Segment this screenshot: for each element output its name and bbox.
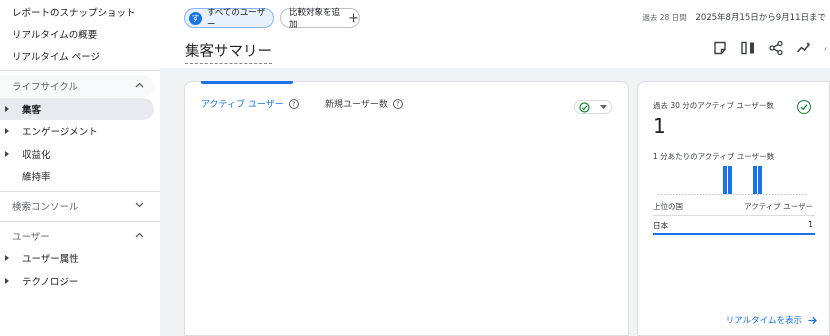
caret-right-icon [5,255,9,261]
divider [653,215,815,216]
table-row-value: 1 [808,220,813,229]
tab-new-users[interactable]: 新規ユーザー数 ? [325,97,403,110]
add-comparison-button[interactable]: 比較対象を追加 + [280,8,360,30]
sidebar-item-label: エンゲージメント [22,127,98,138]
chip-label: 比較対象を追加 [289,8,341,30]
sidebar-item-retention[interactable]: 維持率 [0,165,156,187]
chart-bar [723,166,727,194]
sidebar: レポートのスナップショット リアルタイムの概要 リアルタイム ページ ライフサイ… [0,0,160,336]
arrow-right-icon [808,316,817,324]
edit-icon[interactable] [824,40,830,56]
value-bar [653,233,815,235]
per-minute-bar-chart [658,166,808,195]
page-title: 集客サマリー [185,40,272,64]
share-icon[interactable] [768,40,784,56]
tab-indicator [201,81,293,84]
date-range-label: 過去 28 日間 [642,13,687,22]
section-lifecycle[interactable]: ライフサイクル [0,75,154,97]
check-circle-icon [797,100,811,114]
report-header: す すべてのユーザー 比較対象を追加 + 過去 28 日間 2025年8月15日… [160,0,830,68]
section-title: ライフサイクル [12,82,79,93]
sidebar-item-label: テクノロジー [22,277,79,288]
per-minute-label: 1 分あたりのアクティブ ユーザー数 [653,152,775,161]
tab-active-users[interactable]: アクティブ ユーザー ? [201,97,299,110]
compare-icon[interactable] [740,40,756,56]
toolbar-icons [712,40,830,56]
divider [0,70,160,71]
insights-icon[interactable] [796,40,812,56]
all-users-chip[interactable]: す すべてのユーザー [184,8,274,30]
sidebar-item-label: ユーザー属性 [22,254,79,265]
sidebar-item-engagement[interactable]: エンゲージメント [0,120,156,142]
realtime-card: 過去 30 分のアクティブ ユーザー数 1 1 分あたりのアクティブ ユーザー数… [637,81,830,336]
table-header-active-users: アクティブ ユーザー [744,202,813,211]
section-title: ユーザー [12,232,50,243]
divider [0,221,160,222]
sidebar-item-label: リアルタイムの概要 [12,30,98,41]
section-user[interactable]: ユーザー [0,225,154,247]
plus-icon: + [348,10,359,26]
help-icon[interactable]: ? [288,98,299,109]
sidebar-item-label: 集客 [22,105,42,116]
sidebar-item-label: リアルタイム ページ [12,52,101,63]
sidebar-item-technology[interactable]: テクノロジー [0,270,156,292]
sidebar-item-label: レポートのスナップショット [12,8,136,19]
chevron-up-icon [135,82,144,88]
view-realtime-link[interactable]: リアルタイムを表示 [726,314,817,326]
table-header-country: 上位の国 [653,202,683,211]
chart-bar [753,166,757,194]
realtime-label: 過去 30 分のアクティブ ユーザー数 [653,101,774,110]
sidebar-item-demographics[interactable]: ユーザー属性 [0,247,156,269]
chevron-up-icon [135,232,144,238]
check-circle-icon [579,101,590,113]
table-row-country: 日本 [653,221,668,230]
chart-options-dropdown[interactable] [574,100,612,114]
date-range-value: 2025年8月15日から9月11日まで [695,13,826,23]
chart-bar [728,166,732,194]
main-chart-card: アクティブ ユーザー ? 新規ユーザー数 ? [184,81,629,336]
link-label: リアルタイムを表示 [725,316,802,326]
sidebar-item-label: 収益化 [22,150,51,161]
chart-bar [758,166,762,194]
section-title: 検索コンソール [12,202,79,213]
caret-right-icon [5,106,9,112]
chip-label: すべてのユーザー [206,8,266,30]
sidebar-item-realtime-overview[interactable]: リアルタイムの概要 [0,23,156,45]
dropdown-arrow-icon [600,104,607,109]
help-icon[interactable]: ? [392,98,403,109]
divider [0,191,160,192]
sidebar-item-label: 維持率 [22,172,51,183]
sidebar-item-report-snapshot[interactable]: レポートのスナップショット [0,1,156,23]
tab-label: アクティブ ユーザー [201,100,284,110]
sidebar-item-monetization[interactable]: 収益化 [0,143,156,165]
caret-right-icon [5,278,9,284]
segment-badge: す [189,11,202,25]
date-range[interactable]: 過去 28 日間 2025年8月15日から9月11日まで [642,11,826,23]
caret-right-icon [5,151,9,157]
realtime-value: 1 [653,114,666,138]
chevron-down-icon [135,202,144,208]
note-icon[interactable] [712,40,728,56]
caret-right-icon [5,128,9,134]
sidebar-item-acquisition[interactable]: 集客 [0,98,154,120]
tab-label: 新規ユーザー数 [325,100,388,110]
sidebar-item-realtime-pages[interactable]: リアルタイム ページ [0,45,156,67]
section-search-console[interactable]: 検索コンソール [0,195,154,217]
